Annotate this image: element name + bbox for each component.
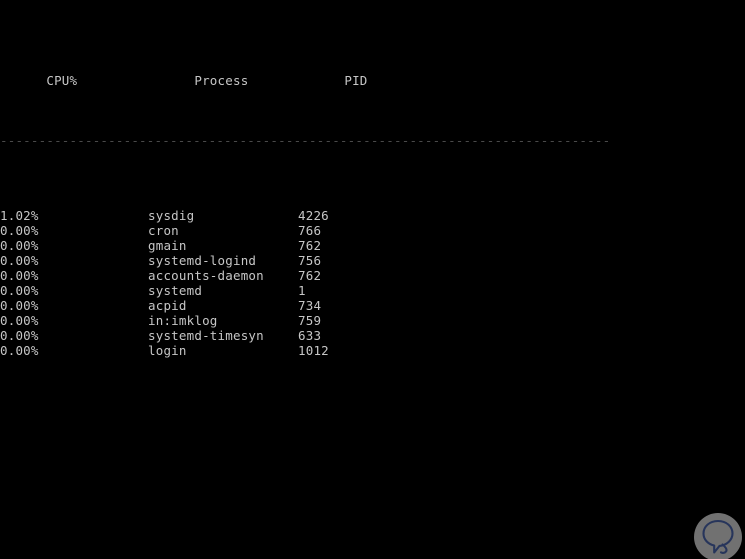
cell-cpu: 0.00% — [0, 313, 39, 328]
cell-cpu: 0.00% — [0, 238, 39, 253]
table-row: 0.00% login 1012 — [0, 343, 745, 358]
cell-pid: 759 — [298, 313, 322, 328]
column-header-process: Process — [194, 73, 249, 88]
cell-process: acpid — [148, 298, 187, 313]
table-row: 0.00% accounts-daemon 762 — [0, 268, 745, 283]
cell-cpu: 0.00% — [0, 328, 39, 343]
process-table-body: 1.02% sysdig 4226 0.00% cron 766 0.00% gmain 762… — [0, 208, 745, 358]
sysdig-output: CPU% Process PID -------------------------… — [0, 0, 745, 403]
watermark-logo — [694, 513, 742, 559]
cell-cpu: 0.00% — [0, 268, 39, 283]
header-separator: ----------------------------------------… — [0, 133, 611, 148]
table-row: 0.00% systemd-timesyn 633 — [0, 328, 745, 343]
cell-process: systemd — [148, 283, 203, 298]
cell-pid: 766 — [298, 223, 322, 238]
table-row: 0.00% systemd-logind 756 — [0, 253, 745, 268]
cell-pid: 1012 — [298, 343, 329, 358]
cell-cpu: 0.00% — [0, 223, 39, 238]
table-row: 0.00% acpid 734 — [0, 298, 745, 313]
cell-pid: 762 — [298, 268, 322, 283]
cell-cpu: 0.00% — [0, 253, 39, 268]
table-row: 1.02% sysdig 4226 — [0, 208, 745, 223]
table-row: 0.00% systemd 1 — [0, 283, 745, 298]
table-row: 0.00% gmain 762 — [0, 238, 745, 253]
cell-process: cron — [148, 223, 179, 238]
cell-cpu: 1.02% — [0, 208, 39, 223]
cell-pid: 1 — [298, 283, 306, 298]
table-row: 0.00% in:imklog 759 — [0, 313, 745, 328]
cell-pid: 756 — [298, 253, 322, 268]
table-header-row: CPU% Process PID — [0, 58, 745, 88]
cell-process: sysdig — [148, 208, 195, 223]
cell-cpu: 0.00% — [0, 343, 39, 358]
column-header-cpu: CPU% — [46, 73, 78, 88]
cell-pid: 633 — [298, 328, 322, 343]
cell-process: in:imklog — [148, 313, 218, 328]
cell-process: login — [148, 343, 187, 358]
cell-pid: 762 — [298, 238, 322, 253]
cell-process: accounts-daemon — [148, 268, 264, 283]
cell-process: systemd-logind — [148, 253, 257, 268]
speech-bubble-q-icon — [702, 519, 734, 554]
cell-process: gmain — [148, 238, 187, 253]
cell-pid: 4226 — [298, 208, 329, 223]
column-header-pid: PID — [344, 73, 368, 88]
cell-process: systemd-timesyn — [148, 328, 264, 343]
cell-cpu: 0.00% — [0, 283, 39, 298]
table-row: 0.00% cron 766 — [0, 223, 745, 238]
cell-cpu: 0.00% — [0, 298, 39, 313]
terminal-screen: CPU% Process PID -------------------------… — [0, 0, 745, 559]
cell-pid: 734 — [298, 298, 322, 313]
